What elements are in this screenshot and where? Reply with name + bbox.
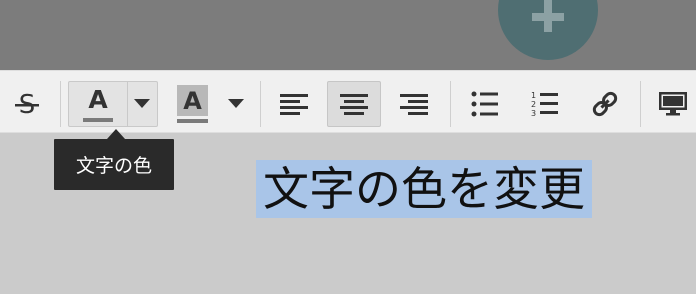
toolbar-separator	[640, 81, 641, 127]
strikethrough-button[interactable]: S	[6, 81, 48, 127]
text-color-swatch	[83, 118, 113, 122]
text-color-letter: A	[88, 85, 108, 114]
numbered-list-icon: 1 2 3	[531, 91, 558, 118]
caret-down-icon	[228, 99, 244, 108]
background-color-swatch	[177, 119, 208, 123]
background-color-dropdown-button[interactable]	[222, 81, 250, 127]
svg-text:2: 2	[531, 100, 536, 109]
link-icon	[592, 91, 618, 117]
align-left-button[interactable]	[270, 81, 318, 127]
background-color-letter: A	[183, 87, 202, 115]
numbered-list-button[interactable]: 1 2 3	[522, 81, 568, 127]
svg-text:1: 1	[531, 91, 536, 100]
tooltip-text: 文字の色	[75, 155, 152, 177]
toolbar-separator	[60, 81, 61, 127]
editor-toolbar: S A A 1 2 3	[0, 70, 696, 133]
toolbar-separator	[450, 81, 451, 127]
bulleted-list-button[interactable]	[462, 81, 508, 127]
strikethrough-icon: S	[15, 90, 39, 119]
selected-text[interactable]: 文字の色を変更	[256, 160, 592, 218]
plus-icon	[532, 0, 564, 32]
align-right-button[interactable]	[390, 81, 438, 127]
highlight-a-icon: A	[175, 83, 209, 125]
align-center-button[interactable]	[327, 81, 381, 127]
svg-text:3: 3	[531, 109, 536, 118]
preview-button[interactable]	[652, 81, 694, 127]
bulleted-list-icon	[471, 91, 498, 117]
monitor-icon	[659, 92, 687, 116]
text-color-dropdown-button[interactable]	[127, 81, 157, 127]
text-color-tooltip: 文字の色	[54, 139, 174, 190]
align-center-icon	[340, 94, 368, 115]
tooltip-arrow	[107, 129, 125, 139]
top-overlay-band	[0, 0, 696, 70]
text-color-a-icon: A	[81, 84, 115, 124]
align-right-icon	[400, 94, 428, 115]
link-button[interactable]	[582, 81, 628, 127]
background-color-button[interactable]: A	[172, 81, 212, 127]
text-color-button[interactable]: A	[70, 81, 126, 127]
toolbar-separator	[260, 81, 261, 127]
align-left-icon	[280, 94, 308, 115]
caret-down-icon	[134, 99, 150, 108]
